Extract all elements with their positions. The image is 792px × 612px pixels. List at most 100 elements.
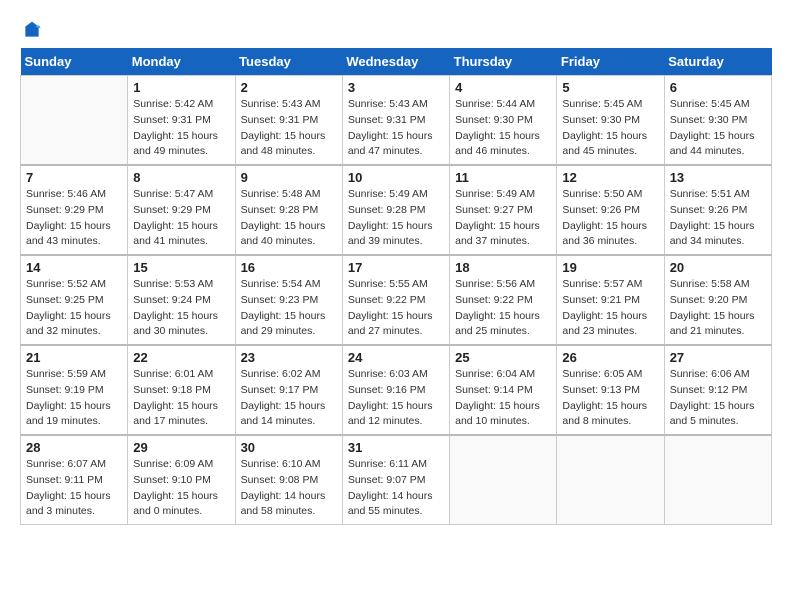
calendar-week-row: 28 Sunrise: 6:07 AMSunset: 9:11 PMDayligh…: [21, 435, 772, 525]
day-number: 31: [348, 440, 444, 455]
calendar-cell: [664, 435, 771, 525]
day-number: 6: [670, 80, 766, 95]
day-number: 23: [241, 350, 337, 365]
logo-icon: [22, 20, 42, 40]
calendar-cell: 17 Sunrise: 5:55 AMSunset: 9:22 PMDayligh…: [342, 255, 449, 345]
day-info: Sunrise: 5:49 AMSunset: 9:28 PMDaylight:…: [348, 187, 444, 250]
day-info: Sunrise: 5:53 AMSunset: 9:24 PMDaylight:…: [133, 277, 229, 340]
day-info: Sunrise: 5:56 AMSunset: 9:22 PMDaylight:…: [455, 277, 551, 340]
calendar-cell: 24Sunrise: 6:03 AMSunset: 9:16 PMDayligh…: [342, 345, 449, 435]
weekday-header-saturday: Saturday: [664, 48, 771, 76]
day-number: 18: [455, 260, 551, 275]
day-number: 14: [26, 260, 122, 275]
calendar-cell: 21 Sunrise: 5:59 AMSunset: 9:19 PMDayligh…: [21, 345, 128, 435]
day-info: Sunrise: 5:55 AMSunset: 9:22 PMDaylight:…: [348, 277, 444, 340]
day-info: Sunrise: 6:01 AMSunset: 9:18 PMDaylight:…: [133, 367, 229, 430]
calendar-cell: 28 Sunrise: 6:07 AMSunset: 9:11 PMDayligh…: [21, 435, 128, 525]
day-info: Sunrise: 5:46 AMSunset: 9:29 PMDaylight:…: [26, 187, 122, 250]
day-info: Sunrise: 5:50 AMSunset: 9:26 PMDaylight:…: [562, 187, 658, 250]
calendar-cell: 9Sunrise: 5:48 AMSunset: 9:28 PMDaylight…: [235, 165, 342, 255]
calendar-cell: 13Sunrise: 5:51 AMSunset: 9:26 PMDayligh…: [664, 165, 771, 255]
day-number: 7: [26, 170, 122, 185]
day-number: 25: [455, 350, 551, 365]
day-info: Sunrise: 5:58 AMSunset: 9:20 PMDaylight:…: [670, 277, 766, 340]
weekday-header-friday: Friday: [557, 48, 664, 76]
calendar-cell: 20 Sunrise: 5:58 AMSunset: 9:20 PMDayligh…: [664, 255, 771, 345]
day-info: Sunrise: 5:42 AMSunset: 9:31 PMDaylight:…: [133, 97, 229, 160]
day-info: Sunrise: 5:49 AMSunset: 9:27 PMDaylight:…: [455, 187, 551, 250]
day-number: 28: [26, 440, 122, 455]
day-number: 29: [133, 440, 229, 455]
calendar-body: 1 Sunrise: 5:42 AMSunset: 9:31 PMDaylight…: [21, 76, 772, 525]
calendar-cell: 3Sunrise: 5:43 AMSunset: 9:31 PMDaylight…: [342, 76, 449, 166]
calendar-cell: 15 Sunrise: 5:53 AMSunset: 9:24 PMDayligh…: [128, 255, 235, 345]
day-info: Sunrise: 6:10 AMSunset: 9:08 PMDaylight:…: [241, 457, 337, 520]
day-info: Sunrise: 6:04 AMSunset: 9:14 PMDaylight:…: [455, 367, 551, 430]
weekday-header-sunday: Sunday: [21, 48, 128, 76]
day-info: Sunrise: 5:51 AMSunset: 9:26 PMDaylight:…: [670, 187, 766, 250]
day-number: 27: [670, 350, 766, 365]
calendar-cell: 25 Sunrise: 6:04 AMSunset: 9:14 PMDayligh…: [450, 345, 557, 435]
day-info: Sunrise: 6:05 AMSunset: 9:13 PMDaylight:…: [562, 367, 658, 430]
calendar-cell: 26 Sunrise: 6:05 AMSunset: 9:13 PMDayligh…: [557, 345, 664, 435]
day-number: 22: [133, 350, 229, 365]
day-number: 16: [241, 260, 337, 275]
day-info: Sunrise: 5:43 AMSunset: 9:31 PMDaylight:…: [241, 97, 337, 160]
day-info: Sunrise: 5:45 AMSunset: 9:30 PMDaylight:…: [562, 97, 658, 160]
calendar-cell: 8Sunrise: 5:47 AMSunset: 9:29 PMDaylight…: [128, 165, 235, 255]
calendar-cell: 12Sunrise: 5:50 AMSunset: 9:26 PMDayligh…: [557, 165, 664, 255]
day-info: Sunrise: 5:54 AMSunset: 9:23 PMDaylight:…: [241, 277, 337, 340]
day-number: 5: [562, 80, 658, 95]
calendar-cell: 22 Sunrise: 6:01 AMSunset: 9:18 PMDayligh…: [128, 345, 235, 435]
day-info: Sunrise: 6:07 AMSunset: 9:11 PMDaylight:…: [26, 457, 122, 520]
calendar-cell: 11Sunrise: 5:49 AMSunset: 9:27 PMDayligh…: [450, 165, 557, 255]
calendar-cell: 5 Sunrise: 5:45 AMSunset: 9:30 PMDaylight…: [557, 76, 664, 166]
calendar-cell: 4 Sunrise: 5:44 AMSunset: 9:30 PMDaylight…: [450, 76, 557, 166]
calendar-header-row: SundayMondayTuesdayWednesdayThursdayFrid…: [21, 48, 772, 76]
calendar-cell: 7 Sunrise: 5:46 AMSunset: 9:29 PMDaylight…: [21, 165, 128, 255]
day-info: Sunrise: 5:59 AMSunset: 9:19 PMDaylight:…: [26, 367, 122, 430]
day-number: 1: [133, 80, 229, 95]
day-info: Sunrise: 6:06 AMSunset: 9:12 PMDaylight:…: [670, 367, 766, 430]
calendar-cell: 6 Sunrise: 5:45 AMSunset: 9:30 PMDaylight…: [664, 76, 771, 166]
calendar-cell: 2Sunrise: 5:43 AMSunset: 9:31 PMDaylight…: [235, 76, 342, 166]
day-info: Sunrise: 6:02 AMSunset: 9:17 PMDaylight:…: [241, 367, 337, 430]
day-info: Sunrise: 5:57 AMSunset: 9:21 PMDaylight:…: [562, 277, 658, 340]
weekday-header-tuesday: Tuesday: [235, 48, 342, 76]
calendar-cell: [21, 76, 128, 166]
day-number: 3: [348, 80, 444, 95]
day-number: 19: [562, 260, 658, 275]
day-number: 4: [455, 80, 551, 95]
day-info: Sunrise: 5:48 AMSunset: 9:28 PMDaylight:…: [241, 187, 337, 250]
day-info: Sunrise: 5:52 AMSunset: 9:25 PMDaylight:…: [26, 277, 122, 340]
calendar-cell: 30 Sunrise: 6:10 AMSunset: 9:08 PMDayligh…: [235, 435, 342, 525]
weekday-header-thursday: Thursday: [450, 48, 557, 76]
day-info: Sunrise: 6:11 AMSunset: 9:07 PMDaylight:…: [348, 457, 444, 520]
calendar-week-row: 1 Sunrise: 5:42 AMSunset: 9:31 PMDaylight…: [21, 76, 772, 166]
calendar-cell: 1 Sunrise: 5:42 AMSunset: 9:31 PMDaylight…: [128, 76, 235, 166]
calendar-cell: 16 Sunrise: 5:54 AMSunset: 9:23 PMDayligh…: [235, 255, 342, 345]
day-info: Sunrise: 5:45 AMSunset: 9:30 PMDaylight:…: [670, 97, 766, 160]
calendar-cell: 31 Sunrise: 6:11 AMSunset: 9:07 PMDayligh…: [342, 435, 449, 525]
calendar-week-row: 21 Sunrise: 5:59 AMSunset: 9:19 PMDayligh…: [21, 345, 772, 435]
logo: [20, 20, 42, 40]
day-number: 15: [133, 260, 229, 275]
calendar-cell: 27 Sunrise: 6:06 AMSunset: 9:12 PMDayligh…: [664, 345, 771, 435]
day-number: 24: [348, 350, 444, 365]
day-number: 21: [26, 350, 122, 365]
calendar-cell: [450, 435, 557, 525]
calendar-week-row: 14 Sunrise: 5:52 AMSunset: 9:25 PMDayligh…: [21, 255, 772, 345]
day-info: Sunrise: 5:44 AMSunset: 9:30 PMDaylight:…: [455, 97, 551, 160]
calendar-cell: [557, 435, 664, 525]
day-number: 20: [670, 260, 766, 275]
calendar-cell: 29Sunrise: 6:09 AMSunset: 9:10 PMDayligh…: [128, 435, 235, 525]
calendar-cell: 18 Sunrise: 5:56 AMSunset: 9:22 PMDayligh…: [450, 255, 557, 345]
calendar-week-row: 7 Sunrise: 5:46 AMSunset: 9:29 PMDaylight…: [21, 165, 772, 255]
calendar-cell: 23 Sunrise: 6:02 AMSunset: 9:17 PMDayligh…: [235, 345, 342, 435]
day-number: 17: [348, 260, 444, 275]
calendar-cell: 19 Sunrise: 5:57 AMSunset: 9:21 PMDayligh…: [557, 255, 664, 345]
page-header: [20, 20, 772, 40]
day-number: 30: [241, 440, 337, 455]
calendar-cell: 14 Sunrise: 5:52 AMSunset: 9:25 PMDayligh…: [21, 255, 128, 345]
day-number: 26: [562, 350, 658, 365]
